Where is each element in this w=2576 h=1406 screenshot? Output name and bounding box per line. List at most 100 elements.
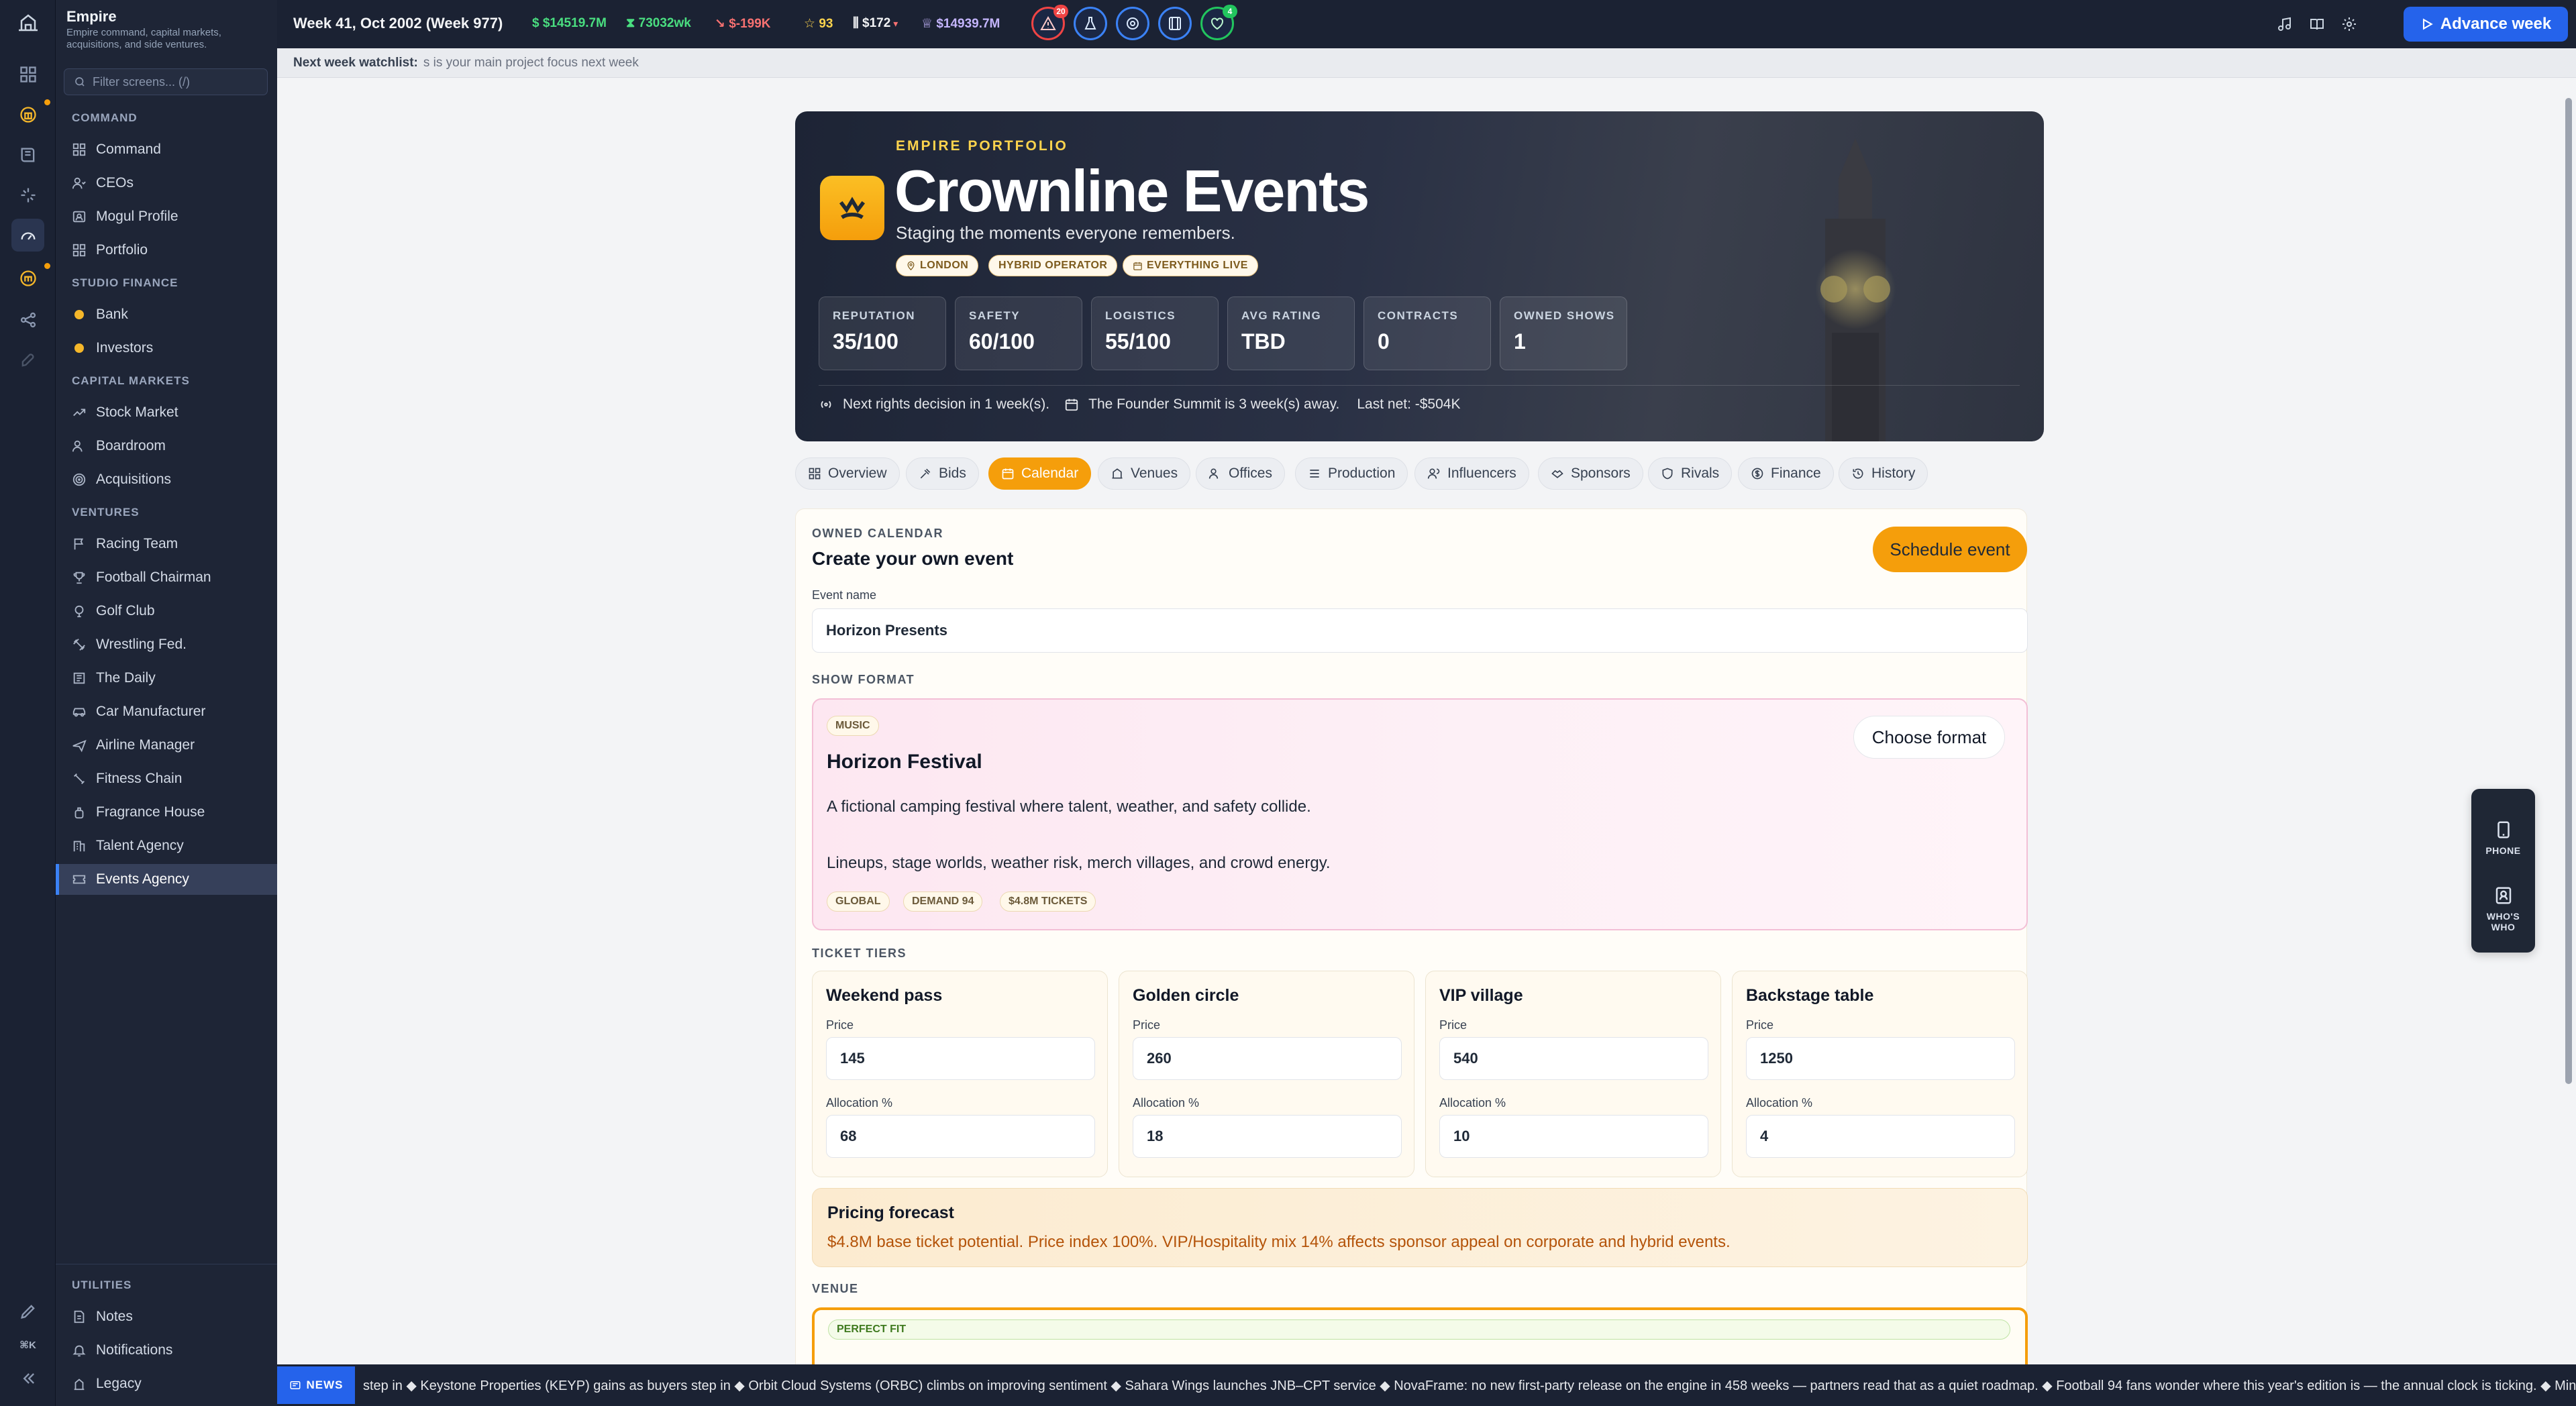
notification-dot [44,99,50,105]
metric-avg-rating: AVG RATING TBD [1227,296,1355,370]
schedule-event-button[interactable]: Schedule event [1873,527,2027,572]
alerts-button[interactable]: 20 [1031,5,1068,40]
tab-production[interactable]: Production [1295,457,1408,490]
sidebar-item-notes[interactable]: Notes [56,1301,277,1332]
price-input[interactable]: 1250 [1746,1037,2015,1080]
music-icon[interactable] [2274,13,2296,35]
whos-who-button[interactable]: WHO'S WHO [2479,885,2527,932]
company-name: Crownline Events [894,158,1370,224]
tab-bids[interactable]: Bids [906,457,979,490]
tab-offices[interactable]: Offices [1196,457,1285,490]
notes-icon [72,1309,87,1324]
heart-icon [1211,17,1223,30]
sidebar-item-golf-club[interactable]: Golf Club [56,596,277,627]
sidebar-item-command[interactable]: Command [56,134,277,165]
sidebar-item-portfolio[interactable]: Portfolio [56,235,277,266]
event-name-input[interactable]: Horizon Presents [812,608,2028,653]
tab-calendar[interactable]: Calendar [988,457,1092,490]
sidebar-item-airline-manager[interactable]: Airline Manager [56,730,277,761]
price-label: Price [826,1018,854,1032]
book-open-icon[interactable] [2306,13,2328,35]
users-icon [72,176,87,191]
grid-icon[interactable] [11,58,44,91]
venue-label: VENUE [812,1282,859,1295]
tab-history[interactable]: History [1839,457,1928,490]
metric-label: AVG RATING [1241,309,1322,322]
choose-format-button[interactable]: Choose format [1853,716,2005,759]
building-icon [72,839,87,853]
bank-icon[interactable] [11,98,44,131]
price-label: Price [1439,1018,1467,1032]
share-icon[interactable] [11,303,44,336]
metric-label: REPUTATION [833,309,915,322]
sidebar-item-investors[interactable]: Investors [56,333,277,364]
sidebar-item-label: Mogul Profile [96,209,178,224]
operator-chip: HYBRID OPERATOR [988,255,1118,276]
tab-influencers[interactable]: Influencers [1414,457,1529,490]
tab-overview[interactable]: Overview [795,457,900,490]
sidebar-item-stock-market[interactable]: Stock Market [56,397,277,428]
company-emblem-icon [820,176,884,240]
sidebar-item-mogul-profile[interactable]: Mogul Profile [56,201,277,232]
rocket-icon[interactable] [11,343,44,376]
price-stat[interactable]: ⫼ $172 ▾ [853,16,898,31]
sidebar-item-notifications[interactable]: Notifications [56,1335,277,1366]
allocation-input[interactable]: 68 [826,1115,1095,1158]
watchlist-label: Next week watchlist: [293,55,418,70]
sidebar-item-racing-team[interactable]: Racing Team [56,529,277,559]
warning-icon [1040,15,1056,30]
show-format-label: SHOW FORMAT [812,673,915,686]
sidebar-item-ceos[interactable]: CEOs [56,168,277,199]
pencil-icon[interactable] [11,1295,44,1328]
allocation-input[interactable]: 4 [1746,1115,2015,1158]
phone-label: PHONE [2485,845,2521,856]
sidebar-item-the-daily[interactable]: The Daily [56,663,277,694]
app-logo-icon [7,7,49,40]
finance-icon[interactable] [11,262,44,294]
sidebar-item-events-agency[interactable]: Events Agency [56,864,277,895]
price-input[interactable]: 145 [826,1037,1095,1080]
ticket-tier-card: Backstage table Price 1250 Allocation % … [1732,971,2028,1177]
filter-screens-input[interactable]: Filter screens... (/) [64,68,268,95]
pricing-forecast-card: Pricing forecast $4.8M base ticket poten… [812,1188,2028,1267]
tab-venues[interactable]: Venues [1098,457,1191,490]
price-input[interactable]: 260 [1133,1037,1402,1080]
tier-name: VIP village [1439,986,1523,1005]
sidebar-item-legacy[interactable]: Legacy [56,1368,277,1399]
sidebar-item-boardroom[interactable]: Boardroom [56,431,277,462]
newspaper-icon [72,671,87,686]
news-ticker: NEWS step in ◆ Keystone Properties (KEYP… [277,1364,2576,1406]
phone-button[interactable]: PHONE [2479,820,2527,856]
book-icon[interactable] [11,138,44,171]
flask-icon [1084,17,1096,30]
sparkle-icon[interactable] [11,178,44,211]
film-button[interactable] [1158,7,1192,40]
sidebar-item-bank[interactable]: Bank [56,299,277,330]
sidebar-item-acquisitions[interactable]: Acquisitions [56,464,277,495]
gauge-icon[interactable] [11,219,44,252]
tab-sponsors[interactable]: Sponsors [1538,457,1643,490]
hero-divider [819,385,2020,386]
chip-label: LONDON [920,260,969,271]
settings-cog-button[interactable] [1116,7,1149,40]
sidebar-item-car-manufacturer[interactable]: Car Manufacturer [56,696,277,727]
collapse-icon[interactable] [11,1362,44,1395]
sidebar-item-wrestling-fed[interactable]: Wrestling Fed. [56,629,277,660]
price-input[interactable]: 540 [1439,1037,1708,1080]
sidebar-item-talent-agency[interactable]: Talent Agency [56,830,277,861]
metric-value: 0 [1378,329,1390,354]
page-scrollbar[interactable] [2565,98,2572,1084]
command-palette-shortcut[interactable]: ⌘K [11,1328,44,1361]
gear-icon[interactable] [2338,13,2360,35]
lab-button[interactable] [1074,7,1107,40]
tab-rivals[interactable]: Rivals [1648,457,1733,490]
tab-finance[interactable]: Finance [1738,457,1834,490]
news-label-text: NEWS [306,1378,344,1391]
advance-week-button[interactable]: Advance week [2404,7,2568,42]
sidebar-item-football-chairman[interactable]: Football Chairman [56,562,277,593]
allocation-input[interactable]: 18 [1133,1115,1402,1158]
health-button[interactable]: 4 [1200,5,1237,40]
allocation-input[interactable]: 10 [1439,1115,1708,1158]
sidebar-item-fragrance-house[interactable]: Fragrance House [56,797,277,828]
sidebar-item-fitness-chain[interactable]: Fitness Chain [56,763,277,794]
